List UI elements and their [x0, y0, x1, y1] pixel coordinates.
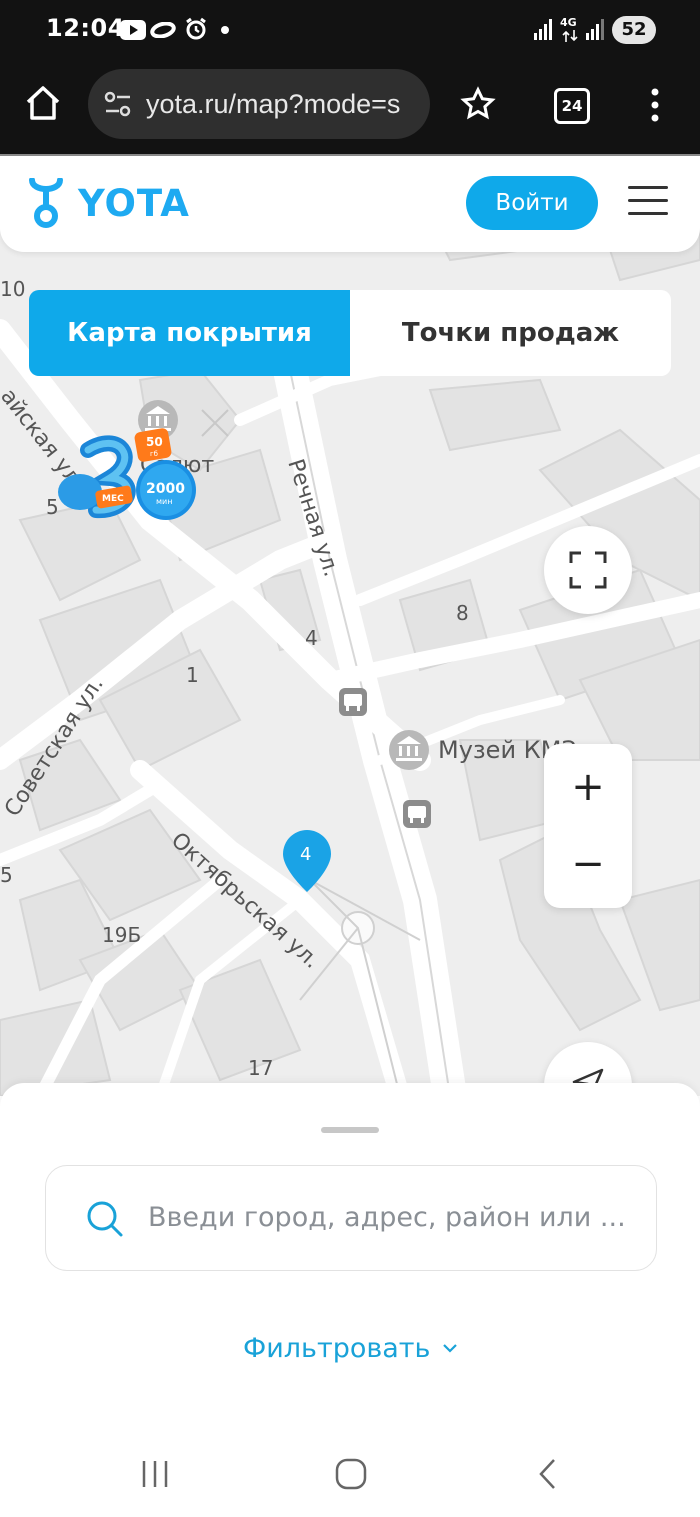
more-menu-icon[interactable] [648, 86, 662, 124]
map-house-number: 4 [305, 626, 318, 650]
address-bar[interactable]: yota.ru/map?mode=s [88, 69, 430, 139]
zoom-in-button[interactable]: + [544, 744, 632, 826]
notification-dot-icon [221, 26, 229, 34]
search-placeholder[interactable]: Введи город, адрес, район или ... [148, 1202, 626, 1233]
signal-icon [534, 19, 552, 40]
url-text[interactable]: yota.ru/map?mode=s [146, 89, 400, 120]
promo-month-label: МЕС [102, 494, 124, 504]
data-arrows-icon [562, 30, 578, 42]
bookmark-star-icon[interactable] [460, 86, 496, 122]
battery-level: 52 [612, 16, 656, 44]
map-house-number: 5 [46, 495, 59, 519]
tab-sales-points[interactable]: Точки продаж [350, 290, 671, 376]
signal-2-icon [586, 19, 604, 40]
home-nav-icon[interactable] [334, 1457, 368, 1491]
network-type: 4G [560, 16, 577, 29]
sheet-drag-handle[interactable] [321, 1127, 379, 1133]
promo-data-unit: гб [150, 450, 158, 458]
zoom-out-button[interactable]: − [544, 826, 632, 908]
hamburger-menu-icon[interactable] [628, 186, 668, 220]
system-nav-bar [0, 1443, 700, 1517]
map-house-number: 10 [0, 277, 25, 301]
site-header: YOTA Войти [0, 156, 700, 252]
bus-stop-icon [403, 800, 431, 828]
youtube-icon [120, 20, 146, 40]
status-bar: 12:04 4G 52 [0, 0, 700, 62]
pin-count: 4 [300, 844, 311, 865]
fullscreen-button[interactable] [544, 526, 632, 614]
promo-minutes-unit: мин [156, 497, 172, 506]
bottom-sheet: Введи город, адрес, район или ... Фильтр… [0, 1083, 700, 1443]
tab-switcher-button[interactable]: 24 [554, 88, 590, 124]
museum-icon [389, 730, 429, 770]
home-icon[interactable] [24, 84, 62, 122]
search-input[interactable]: Введи город, адрес, район или ... [45, 1165, 657, 1271]
promo-data-value: 50 [146, 435, 163, 449]
app-icon [150, 22, 176, 38]
bus-stop-icon [339, 688, 367, 716]
search-icon [87, 1201, 123, 1237]
map-house-number: 5 [0, 863, 13, 887]
back-icon[interactable] [536, 1457, 560, 1491]
map-house-number: 8 [456, 601, 469, 625]
promo-minutes-value: 2000 [146, 481, 185, 497]
status-time: 12:04 [46, 14, 125, 42]
map-house-number: 1 [186, 663, 199, 687]
yota-logo-text[interactable]: YOTA [78, 182, 190, 225]
login-button[interactable]: Войти [466, 176, 598, 230]
map-house-number: 17 [248, 1056, 273, 1080]
browser-toolbar: yota.ru/map?mode=s 24 [0, 62, 700, 154]
filter-button[interactable]: Фильтровать [243, 1333, 430, 1364]
tab-coverage-map[interactable]: Карта покрытия [29, 290, 350, 376]
recent-apps-icon[interactable] [140, 1459, 170, 1489]
fullscreen-icon [569, 551, 607, 589]
map-house-number: 19Б [102, 923, 141, 947]
yota-logo-icon[interactable] [28, 178, 64, 230]
site-settings-icon[interactable] [104, 91, 132, 117]
zoom-controls: + − [544, 744, 632, 908]
alarm-icon [186, 17, 206, 40]
chevron-down-icon[interactable] [442, 1342, 458, 1354]
